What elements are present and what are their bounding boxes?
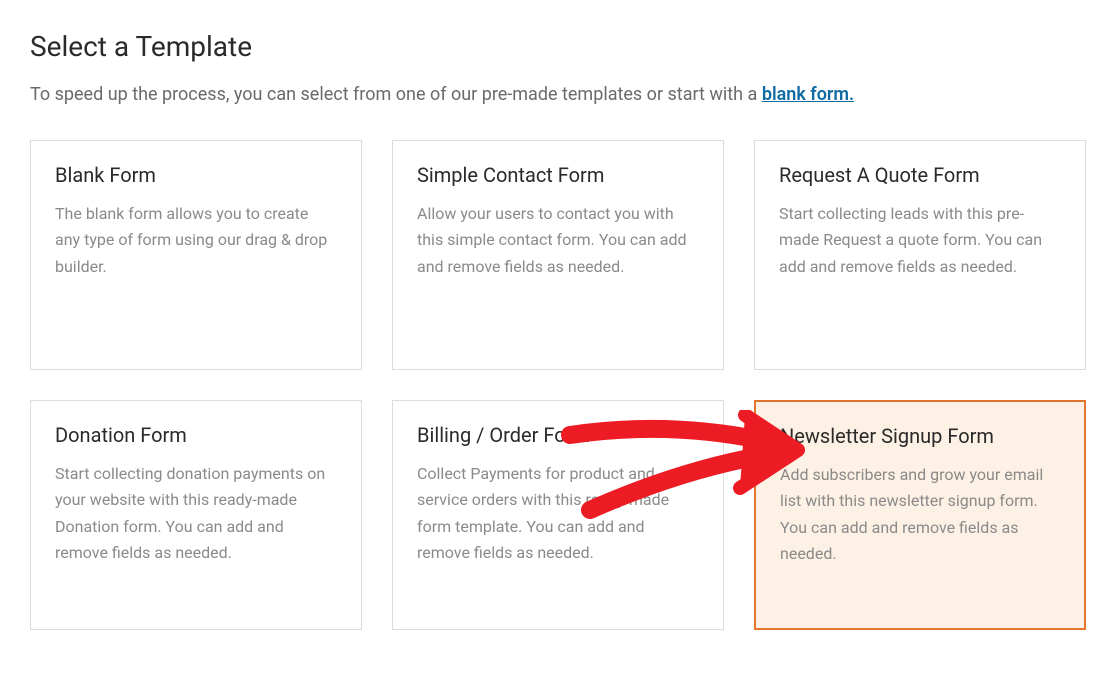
card-title: Donation Form: [55, 423, 337, 447]
template-card-simple-contact-form[interactable]: Simple Contact Form Allow your users to …: [392, 140, 724, 370]
card-title: Request A Quote Form: [779, 163, 1061, 187]
page-title: Select a Template: [30, 30, 1086, 63]
card-description: Start collecting leads with this pre-mad…: [779, 201, 1061, 280]
card-title: Simple Contact Form: [417, 163, 699, 187]
template-card-blank-form[interactable]: Blank Form The blank form allows you to …: [30, 140, 362, 370]
template-grid: Blank Form The blank form allows you to …: [30, 140, 1086, 630]
card-description: Collect Payments for product and service…: [417, 461, 699, 567]
card-description: Allow your users to contact you with thi…: [417, 201, 699, 280]
template-card-request-a-quote-form[interactable]: Request A Quote Form Start collecting le…: [754, 140, 1086, 370]
subtitle-text: To speed up the process, you can select …: [30, 84, 762, 105]
card-title: Billing / Order Form: [417, 423, 699, 447]
blank-form-link[interactable]: blank form.: [762, 84, 854, 105]
card-title: Newsletter Signup Form: [780, 424, 1060, 448]
card-title: Blank Form: [55, 163, 337, 187]
template-card-billing-order-form[interactable]: Billing / Order Form Collect Payments fo…: [392, 400, 724, 630]
template-card-newsletter-signup-form[interactable]: Newsletter Signup Form Add subscribers a…: [754, 400, 1086, 630]
card-description: The blank form allows you to create any …: [55, 201, 337, 280]
card-description: Add subscribers and grow your email list…: [780, 462, 1060, 568]
card-description: Start collecting donation payments on yo…: [55, 461, 337, 567]
template-card-donation-form[interactable]: Donation Form Start collecting donation …: [30, 400, 362, 630]
page-subtitle: To speed up the process, you can select …: [30, 81, 1086, 110]
